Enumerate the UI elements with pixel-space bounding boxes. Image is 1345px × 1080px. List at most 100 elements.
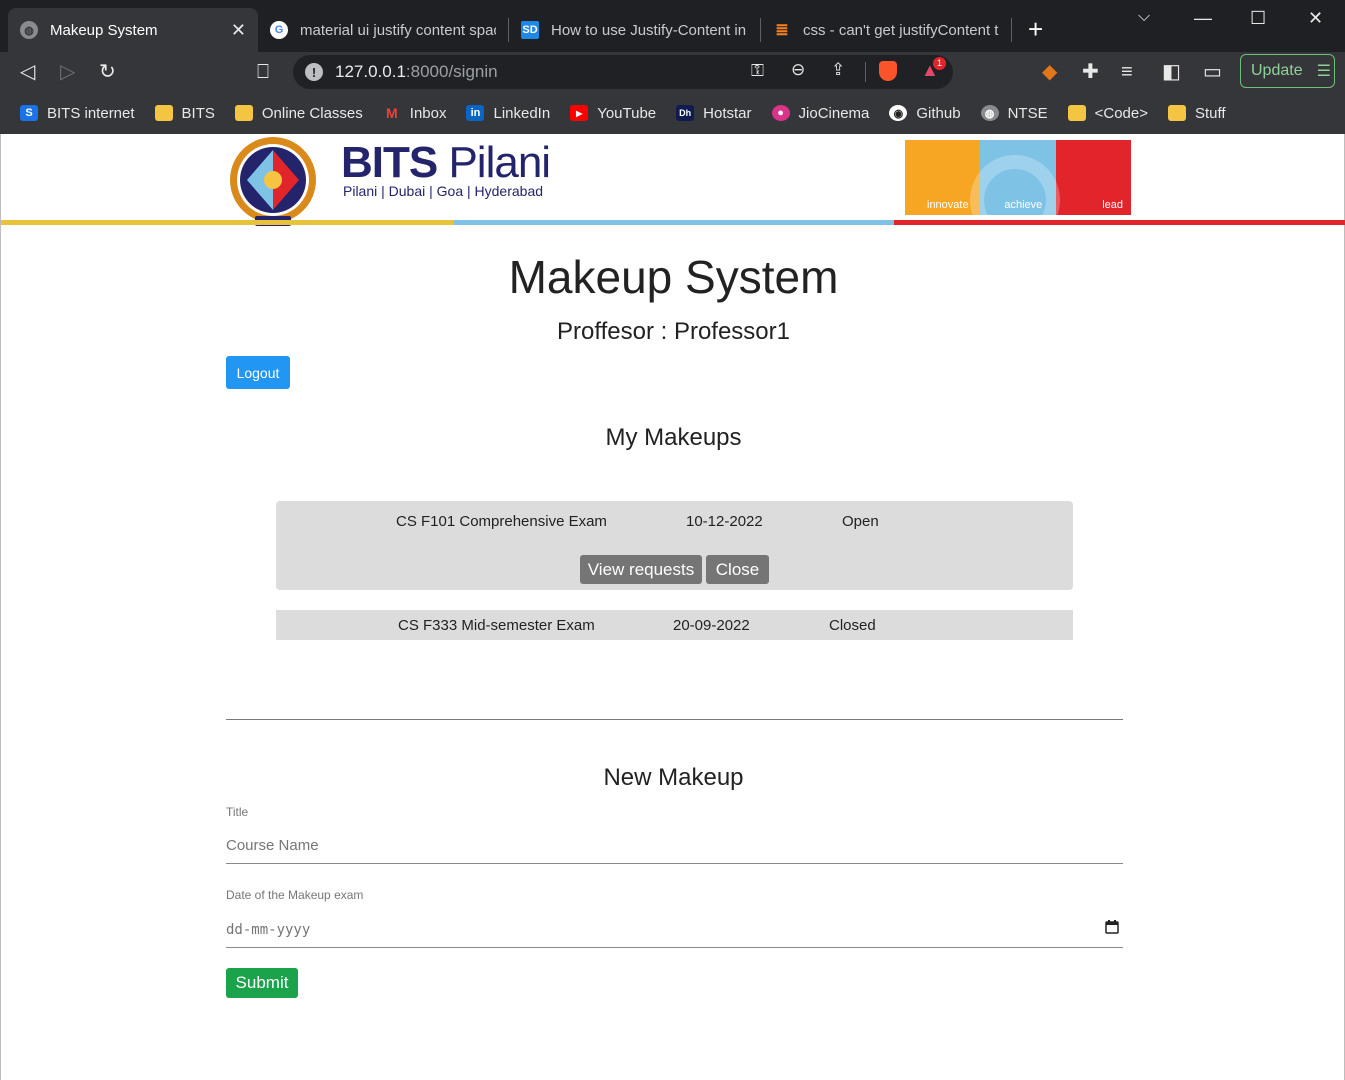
key-icon[interactable]: ⚿ [751,61,764,81]
title-field-label: Title [226,805,249,819]
makeup-card: CS F101 Comprehensive Exam 10-12-2022 Op… [276,501,1073,590]
view-requests-button[interactable]: View requests [580,555,702,584]
tab-justify-content[interactable]: SD How to use Justify-Content in M [509,8,759,52]
reload-icon[interactable]: ↻ [99,60,116,84]
tagline-banner: innovate achieve lead [905,140,1131,215]
bookmarks-bar: S BITS internet BITS Online Classes M Inbo… [0,92,1345,134]
close-makeup-button[interactable]: Close [706,555,769,584]
linkedin-icon: in [466,105,485,121]
browser-chrome: ◍ Makeup System ✕ G material ui justify … [0,0,1345,134]
tab-material-ui[interactable]: G material ui justify content space [258,8,508,52]
folder-icon [1168,105,1186,121]
submit-button[interactable]: Submit [226,968,298,998]
site-header: BITS Pilani Pilani | Dubai | Goa | Hyder… [1,134,1345,226]
bookmark-ntse[interactable]: ◍ NTSE [980,105,1048,122]
makeup-course: CS F333 Mid-semester Exam [398,617,595,634]
jiocinema-icon: ● [771,105,790,121]
tab-stackoverflow[interactable]: ≣ css - can't get justifyContent to [761,8,1011,52]
forward-icon[interactable]: ▷ [60,60,75,84]
separator [865,62,866,82]
makeup-status: Open [842,513,879,530]
bookmark-hotstar[interactable]: Dh Hotstar [676,105,752,122]
page-title: Makeup System [508,251,839,303]
tab-separator [1011,18,1012,42]
youtube-icon: ▶ [570,105,589,121]
tab-strip: ◍ Makeup System ✕ G material ui justify … [0,0,1345,52]
address-bar[interactable]: ! 127.0.0.1:8000/signin ⚿ ⊖ ⇪ ▲ 1 [293,55,953,89]
folder-icon [234,105,253,121]
brand-wordmark: BITS Pilani [341,138,551,187]
calendar-icon[interactable] [1105,920,1119,934]
page-content: BITS Pilani Pilani | Dubai | Goa | Hyder… [0,134,1345,1080]
gear-icon [970,155,1060,215]
new-makeup-heading: New Makeup [603,764,744,791]
close-window-button[interactable]: ✕ [1308,8,1323,29]
stackoverflow-icon: ≣ [775,22,789,39]
bookmark-icon[interactable]: ⎕ [257,60,269,84]
folder-icon [154,105,173,121]
tab-title: material ui justify content space [300,21,496,39]
tab-search-icon[interactable]: ⌵ [1138,8,1150,26]
tab-title: How to use Justify-Content in M [551,21,747,39]
metamask-icon[interactable]: ◆ [1042,60,1057,84]
bookmark-online-classes[interactable]: Online Classes [234,105,363,122]
brave-shields-icon[interactable] [879,61,897,81]
close-tab-icon[interactable]: ✕ [231,20,246,41]
header-stripe-blue [454,220,894,225]
s-icon: S [20,105,38,121]
update-button[interactable]: Update ☰ [1240,54,1335,88]
extensions-icon[interactable]: ✚ [1082,60,1099,84]
header-stripe-red [894,220,1345,225]
makeup-date: 20-09-2022 [673,617,750,634]
bookmark-jiocinema[interactable]: ● JioCinema [771,105,869,122]
bookmark-bits[interactable]: BITS [154,105,215,122]
share-icon[interactable]: ⇪ [831,60,845,80]
globe-icon: ◍ [20,21,38,39]
campus-list: Pilani | Dubai | Goa | Hyderabad [343,183,544,199]
makeup-card: CS F333 Mid-semester Exam 20-09-2022 Clo… [276,610,1073,640]
minimize-button[interactable]: — [1194,8,1212,29]
bookmark-stuff[interactable]: Stuff [1168,105,1226,122]
header-stripe-yellow [1,220,454,225]
bookmark-youtube[interactable]: ▶ YouTube [570,105,656,122]
zoom-icon[interactable]: ⊖ [791,60,805,80]
folder-icon [1067,105,1086,121]
sidebar-icon[interactable]: ◧ [1162,60,1181,84]
tab-makeup-system[interactable]: ◍ Makeup System ✕ [8,8,258,52]
makeup-date: 10-12-2022 [686,513,763,530]
bits-logo-icon [230,137,316,226]
bookmark-bits-internet[interactable]: S BITS internet [20,105,135,122]
logout-button[interactable]: Logout [226,356,290,389]
toolbar: ◁ ▷ ↻ ⎕ ! 127.0.0.1:8000/signin ⚿ ⊖ ⇪ ▲ … [0,52,1345,92]
user-line: Proffesor : Professor1 [557,318,790,345]
sd-icon: SD [521,21,539,39]
date-field-label: Date of the Makeup exam [226,888,364,902]
site-info-icon[interactable]: ! [305,63,323,81]
bookmark-code[interactable]: <Code> [1067,105,1148,122]
section-divider [226,719,1123,720]
tab-title: css - can't get justifyContent to [803,21,999,39]
tab-title: Makeup System [50,21,158,39]
bookmark-linkedin[interactable]: in LinkedIn [466,105,550,122]
bookmark-inbox[interactable]: M Inbox [383,105,447,122]
bookmark-github[interactable]: ◉ Github [889,105,961,122]
hotstar-icon: Dh [676,105,695,121]
maximize-button[interactable]: ☐ [1250,8,1266,29]
notification-badge: 1 [933,57,946,70]
course-name-input[interactable] [226,828,1123,864]
makeup-course: CS F101 Comprehensive Exam [396,513,607,530]
gmail-icon: M [385,105,398,121]
google-icon: G [270,21,288,39]
url-text[interactable]: 127.0.0.1:8000/signin [335,62,498,82]
globe-icon: ◍ [980,105,999,121]
playlist-icon[interactable]: ≡ [1121,60,1133,84]
makeup-status: Closed [829,617,876,634]
new-tab-button[interactable]: + [1028,16,1043,42]
wallet-icon[interactable]: ▭ [1203,60,1222,84]
back-icon[interactable]: ◁ [20,60,35,84]
makeup-date-input[interactable] [226,912,1123,948]
update-label: Update [1251,62,1303,79]
menu-icon: ☰ [1316,63,1331,80]
my-makeups-heading: My Makeups [605,424,742,451]
github-icon: ◉ [889,105,908,121]
